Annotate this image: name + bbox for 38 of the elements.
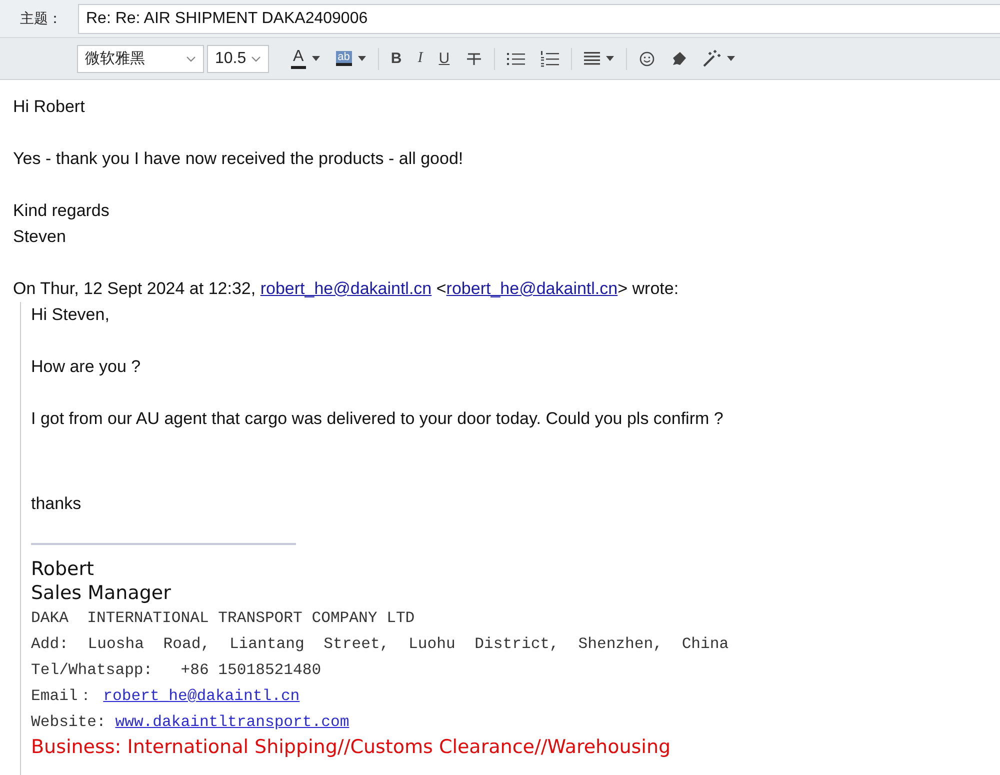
quoted-text: I got from our AU agent that cargo was delivered to your door today. Could you pls confirm ? <box>31 408 724 430</box>
underline-button[interactable]: U <box>430 44 458 72</box>
subject-label: 主题： <box>19 10 63 28</box>
signature-title: Sales Manager <box>31 581 172 605</box>
chevron-down-icon <box>251 56 261 62</box>
signature-label: Email： <box>31 687 95 705</box>
font-size-dropdown[interactable]: 10.5 <box>207 44 269 72</box>
business-line: Business: International Shipping//Customs Clearance//Warehousing <box>31 735 672 759</box>
email-link[interactable]: robert_he@dakaintl.cn <box>446 279 618 298</box>
email-link[interactable]: robert_he@dakaintl.cn <box>260 279 432 298</box>
message-text: Steven <box>13 226 67 248</box>
message-text: Kind regards <box>13 200 110 222</box>
align-icon <box>584 52 600 65</box>
font-family-dropdown[interactable]: 微软雅黑 <box>77 44 204 72</box>
signature-name: Robert <box>31 557 95 581</box>
magic-wand-icon <box>702 50 721 67</box>
signature-line: Tel/Whatsapp: +86 15018521480 <box>31 660 322 681</box>
quoted-text: thanks <box>31 493 82 515</box>
smiley-icon <box>638 50 655 66</box>
bullet-list-icon <box>506 52 525 66</box>
signature-line: DAKA INTERNATIONAL TRANSPORT COMPANY LTD <box>31 608 416 629</box>
signature-link[interactable]: www.dakaintltransport.com <box>115 713 350 731</box>
message-text: Hi Robert <box>13 96 86 118</box>
quoted-text: Hi Steven, <box>31 304 110 326</box>
eraser-icon <box>670 50 687 66</box>
numbered-list-icon <box>540 50 559 66</box>
font-color-button[interactable]: A <box>283 44 328 72</box>
signature-line: Add: Luosha Road, Liantang Street, Luohu District, Shenzhen, China <box>31 634 730 655</box>
message-text: Yes - thank you I have now received the products - all good! <box>13 148 464 170</box>
signature-label: Website: <box>31 713 107 731</box>
subject-field[interactable]: Re: Re: AIR SHIPMENT DAKA2409006 <box>78 4 1000 34</box>
strikethrough-icon <box>466 52 482 66</box>
quoted-text: How are you ? <box>31 356 142 378</box>
chevron-down-icon <box>186 56 196 62</box>
signature-link[interactable]: robert_he@dakaintl.cn <box>103 687 300 705</box>
reply-attribution: On Thur, 12 Sept 2024 at 12:32, robert_he@dakaintl.cn <robert_he@dakaintl.cn> wrote: <box>13 278 680 300</box>
bold-button[interactable]: B <box>382 44 410 72</box>
italic-button[interactable]: I <box>410 44 431 72</box>
